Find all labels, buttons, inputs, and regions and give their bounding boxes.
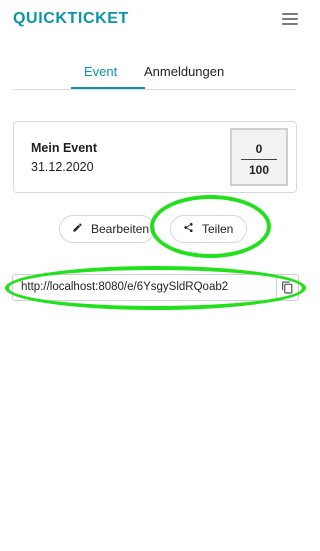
event-name: Mein Event — [31, 141, 97, 155]
app-bar: QUICKTICKET — [0, 0, 310, 40]
edit-button[interactable]: Bearbeiten — [59, 215, 155, 243]
share-button[interactable]: Teilen — [170, 215, 247, 243]
event-date: 31.12.2020 — [31, 160, 94, 174]
capacity-count: 100 — [248, 163, 270, 177]
registration-counter: 0 100 — [230, 128, 288, 186]
copy-icon[interactable] — [281, 280, 297, 296]
counter-divider — [241, 159, 277, 160]
tab-bar: Event Anmeldungen — [13, 58, 296, 90]
share-button-label: Teilen — [202, 222, 234, 236]
share-link-field[interactable]: http://localhost:8080/e/6YsgySldRQoab2 — [12, 274, 299, 301]
edit-button-label: Bearbeiten — [91, 222, 150, 236]
menu-icon[interactable] — [282, 13, 298, 27]
copy-divider — [276, 275, 277, 300]
share-link-text[interactable]: http://localhost:8080/e/6YsgySldRQoab2 — [21, 281, 267, 293]
tab-anmeldungen[interactable]: Anmeldungen — [144, 64, 224, 90]
share-icon — [183, 222, 194, 236]
registered-count: 0 — [255, 142, 263, 156]
pencil-icon — [72, 222, 83, 236]
active-tab-indicator — [71, 87, 145, 89]
app-logo: QUICKTICKET — [13, 10, 129, 27]
event-card: Mein Event 31.12.2020 0 100 — [13, 121, 297, 193]
